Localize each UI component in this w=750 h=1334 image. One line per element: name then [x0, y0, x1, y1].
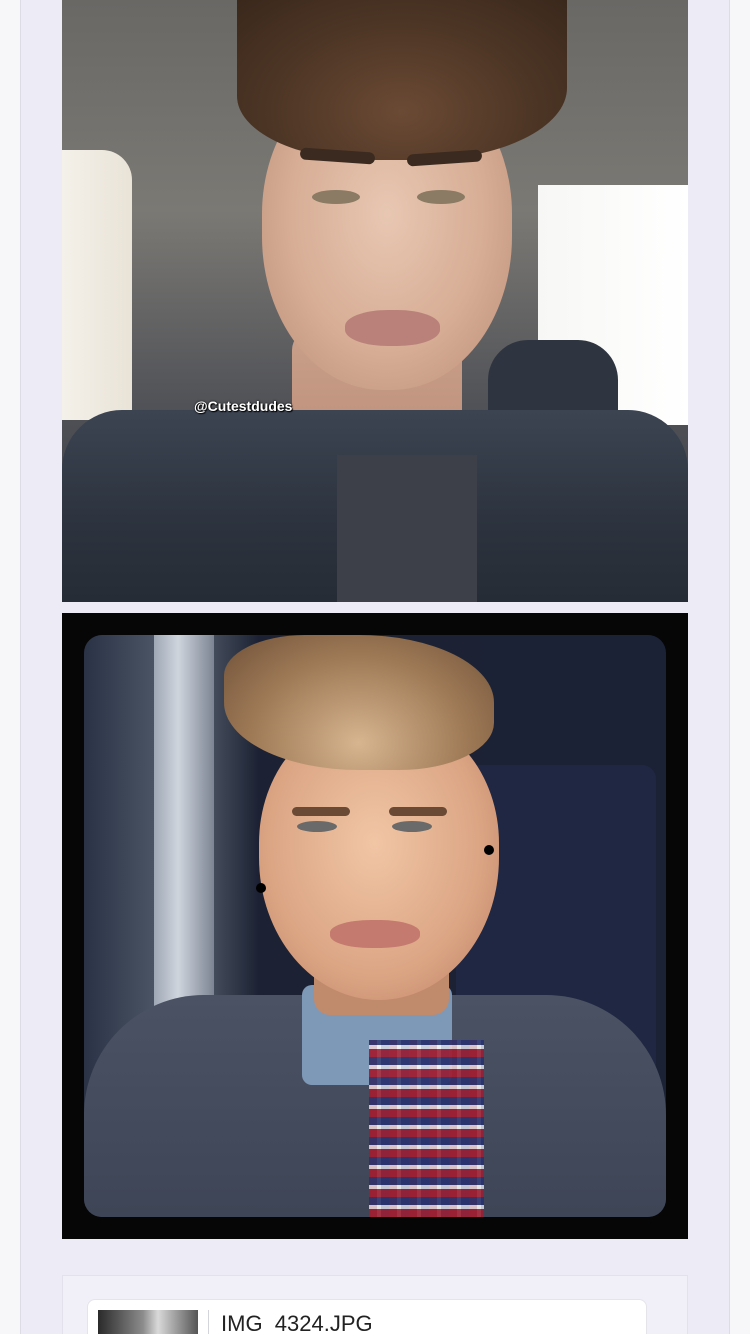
earring-right [484, 845, 494, 855]
plaid-shirt [369, 1040, 484, 1217]
eye-right [392, 821, 432, 832]
attachment-file-name[interactable]: IMG_4324.JPG [221, 1311, 373, 1334]
photo-watermark: @Cutestdudes [194, 398, 293, 414]
attachment-thumbnail[interactable] [98, 1310, 198, 1334]
photo-frame-inner [84, 635, 666, 1217]
earring-left [256, 883, 266, 893]
eyebrow-left [292, 807, 350, 816]
post-photo-2[interactable] [62, 613, 688, 1239]
hair [237, 0, 567, 160]
attachment-card[interactable]: IMG_4324.JPG [87, 1299, 647, 1334]
post-photo-1[interactable]: @Cutestdudes [62, 0, 688, 602]
screen: @Cutestdudes IMG_4324.JPG [0, 0, 750, 1334]
attachment-divider [208, 1310, 209, 1334]
car-window-left [62, 150, 132, 420]
lips [345, 310, 440, 346]
hair [224, 635, 494, 770]
attachment-area: IMG_4324.JPG [62, 1275, 688, 1334]
eye-right [417, 190, 465, 204]
shirt [337, 455, 477, 602]
eyebrow-right [389, 807, 447, 816]
eye-left [297, 821, 337, 832]
lips [330, 920, 420, 948]
eye-left [312, 190, 360, 204]
